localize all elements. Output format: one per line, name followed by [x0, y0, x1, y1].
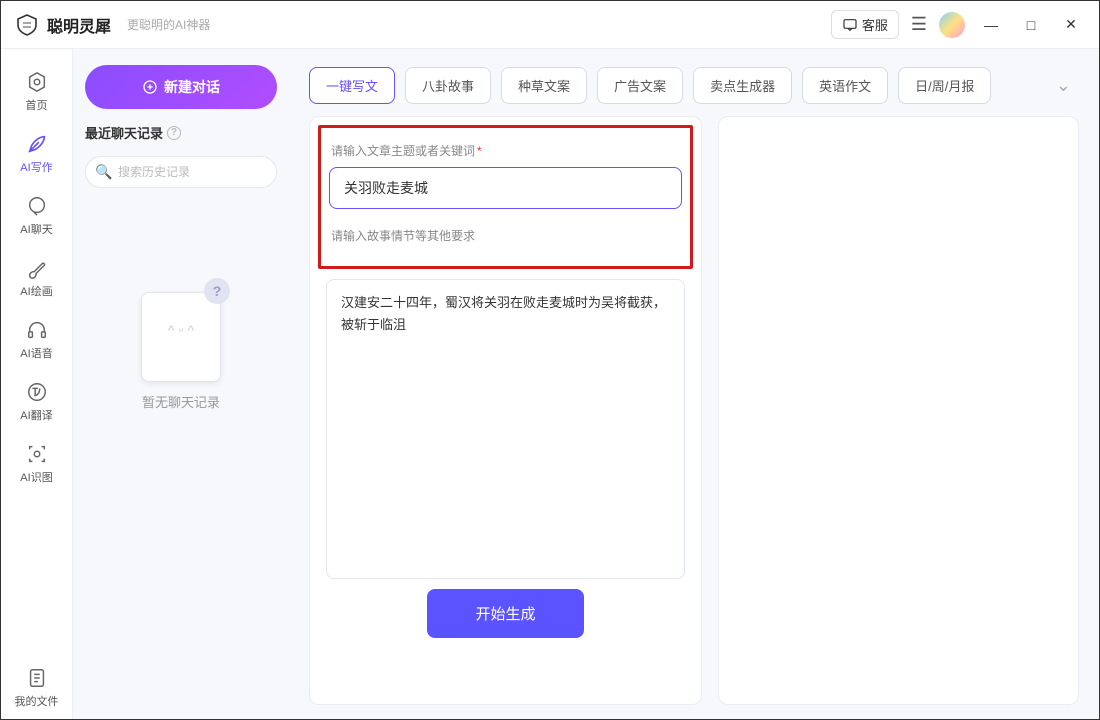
app-subtitle: 更聪明的AI神器	[127, 16, 210, 33]
hexagon-icon	[26, 71, 48, 93]
nav-ai-writing[interactable]: AI写作	[1, 123, 72, 185]
topic-input[interactable]	[329, 167, 682, 209]
empty-state: ^ ᵕ ^ ? 暂无聊天记录	[85, 282, 277, 411]
nav-ai-voice[interactable]: AI语音	[1, 309, 72, 371]
support-button[interactable]: 客服	[831, 10, 899, 39]
generate-button[interactable]: 开始生成	[427, 589, 583, 638]
tab-ad-copy[interactable]: 广告文案	[597, 67, 683, 104]
recent-heading-text: 最近聊天记录	[85, 123, 163, 142]
chat-bubble-icon	[842, 17, 858, 33]
tab-report[interactable]: 日/周/月报	[898, 67, 991, 104]
feather-icon	[26, 133, 48, 155]
empty-text: 暂无聊天记录	[142, 392, 220, 411]
window-close-button[interactable]: ✕	[1057, 16, 1085, 33]
nav-label: AI识图	[20, 469, 52, 485]
app-title: 聪明灵犀	[47, 13, 111, 37]
left-nav: 首页 AI写作 AI聊天 AI绘画 AI语音 AI翻译 AI识图 我	[1, 49, 73, 719]
nav-my-files[interactable]: 我的文件	[1, 657, 72, 719]
nav-ai-translate[interactable]: AI翻译	[1, 371, 72, 433]
nav-label: 我的文件	[15, 693, 59, 709]
tab-selling-points[interactable]: 卖点生成器	[693, 67, 792, 104]
tab-seeding-copy[interactable]: 种草文案	[501, 67, 587, 104]
recent-heading: 最近聊天记录 ?	[85, 123, 277, 142]
tabs-more-icon[interactable]: ⌄	[1048, 75, 1079, 96]
history-search: 🔍	[85, 156, 277, 188]
empty-illustration-icon: ^ ᵕ ^ ?	[136, 282, 226, 382]
highlighted-region: 请输入文章主题或者关键词* 请输入故事情节等其他要求	[318, 125, 693, 269]
nav-label: AI写作	[20, 159, 52, 175]
output-preview-card	[718, 116, 1079, 705]
main-area: 一键写文 八卦故事 种草文案 广告文案 卖点生成器 英语作文 日/周/月报 ⌄ …	[289, 49, 1099, 719]
tab-onekey-write[interactable]: 一键写文	[309, 67, 395, 104]
topic-label: 请输入文章主题或者关键词*	[331, 142, 682, 159]
menu-icon[interactable]: ☰	[911, 14, 927, 35]
window-maximize-button[interactable]: □	[1017, 17, 1045, 33]
detail-textarea[interactable]	[326, 279, 685, 579]
nav-label: 首页	[26, 97, 48, 113]
translate-icon	[26, 381, 48, 403]
tab-english-essay[interactable]: 英语作文	[802, 67, 888, 104]
support-label: 客服	[862, 15, 888, 34]
new-chat-button[interactable]: 新建对话	[85, 65, 277, 109]
required-asterisk-icon: *	[477, 144, 482, 158]
nav-home[interactable]: 首页	[1, 61, 72, 123]
nav-label: AI语音	[20, 345, 52, 361]
search-icon: 🔍	[95, 164, 112, 181]
new-chat-label: 新建对话	[164, 77, 220, 97]
headphone-icon	[26, 319, 48, 341]
nav-ai-chat[interactable]: AI聊天	[1, 185, 72, 247]
detail-label: 请输入故事情节等其他要求	[331, 227, 682, 244]
input-form-card: 请输入文章主题或者关键词* 请输入故事情节等其他要求 开始生成	[309, 116, 702, 705]
avatar[interactable]	[939, 12, 965, 38]
nav-label: AI翻译	[20, 407, 52, 423]
topic-label-text: 请输入文章主题或者关键词	[331, 144, 475, 158]
nav-label: AI聊天	[20, 221, 52, 237]
nav-label: AI绘画	[20, 283, 52, 299]
chat-icon	[26, 195, 48, 217]
plus-circle-icon	[142, 79, 158, 95]
scan-icon	[26, 443, 48, 465]
window-minimize-button[interactable]: —	[977, 17, 1005, 33]
nav-ai-paint[interactable]: AI绘画	[1, 247, 72, 309]
help-icon[interactable]: ?	[167, 126, 181, 140]
logo-wrap: 聪明灵犀 更聪明的AI神器	[15, 13, 210, 37]
brush-icon	[26, 257, 48, 279]
chat-history-pane: 新建对话 最近聊天记录 ? 🔍 ^ ᵕ ^ ? 暂无聊天记录	[73, 49, 289, 719]
app-logo-icon	[15, 13, 39, 37]
tab-gossip-story[interactable]: 八卦故事	[405, 67, 491, 104]
history-search-input[interactable]	[85, 156, 277, 188]
file-icon	[26, 667, 48, 689]
template-tabs: 一键写文 八卦故事 种草文案 广告文案 卖点生成器 英语作文 日/周/月报 ⌄	[289, 49, 1099, 116]
titlebar: 聪明灵犀 更聪明的AI神器 客服 ☰ — □ ✕	[1, 1, 1099, 49]
nav-ai-image-rec[interactable]: AI识图	[1, 433, 72, 495]
